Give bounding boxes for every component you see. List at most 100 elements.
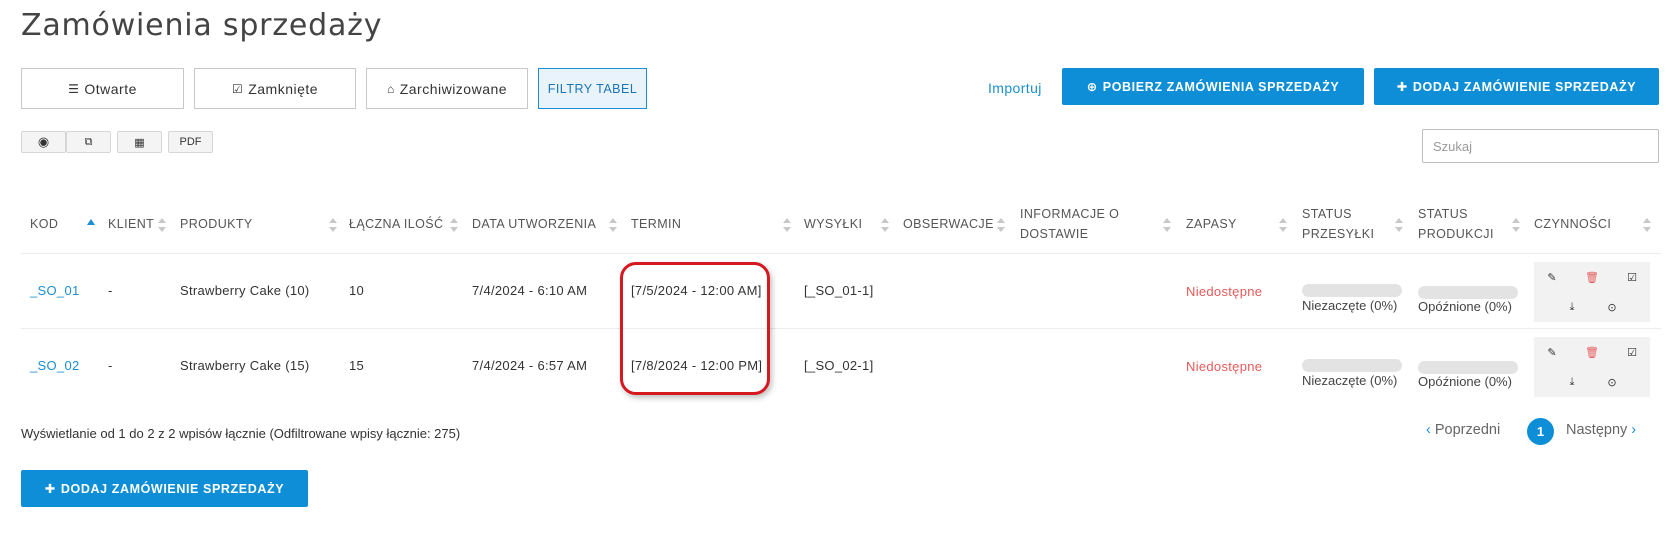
- order-code-link[interactable]: _SO_01: [30, 283, 80, 298]
- tab-open[interactable]: ☰ Otwarte: [21, 68, 184, 109]
- table-icon: ▦: [134, 136, 145, 149]
- header-klient[interactable]: KLIENT: [108, 214, 154, 234]
- tab-archived-label: Zarchiwizowane: [399, 80, 508, 97]
- stock-status: Niedostępne: [1186, 284, 1263, 299]
- sort-icon[interactable]: [783, 218, 791, 232]
- header-czynnosci[interactable]: CZYNNOŚCI: [1534, 214, 1611, 234]
- plus-icon: ✚: [1396, 80, 1408, 94]
- production-progress-bar: [1418, 286, 1518, 299]
- header-status-przesylki-line1[interactable]: STATUS: [1302, 204, 1352, 224]
- pagination-previous-label: Poprzedni: [1434, 422, 1501, 438]
- created-date-cell: 7/4/2024 - 6:10 AM: [472, 283, 588, 298]
- tab-archived[interactable]: ⌂ Zarchiwizowane: [366, 68, 528, 109]
- tab-open-label: Otwarte: [84, 80, 137, 97]
- header-status-produkcji-line2[interactable]: PRODUKCJI: [1418, 224, 1494, 244]
- client-cell: -: [108, 358, 113, 373]
- sort-icon[interactable]: [450, 218, 458, 232]
- row-actions: ✎ 🗑 ☑ ⤓ ⊙: [1534, 337, 1650, 397]
- shipments-cell: [_SO_01-1]: [804, 283, 874, 298]
- clock-icon[interactable]: ⊙: [1598, 296, 1626, 318]
- sort-icon[interactable]: [1279, 218, 1287, 232]
- sort-icon[interactable]: [609, 218, 617, 232]
- add-sales-order-label: DODAJ ZAMÓWIENIE SPRZEDAŻY: [1412, 79, 1637, 94]
- chevron-right-icon: ›: [1631, 422, 1637, 438]
- check-square-icon: ☑: [231, 81, 244, 96]
- list-icon: ☰: [68, 81, 80, 96]
- created-date-cell: 7/4/2024 - 6:57 AM: [472, 358, 588, 373]
- header-divider: [21, 253, 1661, 254]
- pagination-next[interactable]: Następny ›: [1566, 422, 1636, 438]
- download-icon[interactable]: ⤓: [1558, 371, 1586, 393]
- sort-icon[interactable]: [329, 218, 337, 232]
- header-wysylki[interactable]: WYSYŁKI: [804, 214, 862, 234]
- sort-asc-icon[interactable]: [87, 219, 95, 225]
- column-visibility-button[interactable]: ◉: [21, 131, 66, 153]
- header-informacje-line2[interactable]: DOSTAWIE: [1020, 224, 1088, 244]
- header-ilosc[interactable]: ŁĄCZNA ILOŚĆ: [349, 214, 443, 234]
- sort-icon[interactable]: [1512, 218, 1520, 232]
- quantity-cell: 15: [349, 358, 365, 373]
- products-cell: Strawberry Cake (15): [180, 358, 310, 373]
- shipment-status-label: Niezaczęte (0%): [1302, 298, 1398, 313]
- header-data[interactable]: DATA UTWORZENIA: [472, 214, 596, 234]
- trash-icon[interactable]: 🗑: [1578, 266, 1606, 288]
- header-kod[interactable]: KOD: [30, 214, 58, 234]
- quantity-cell: 10: [349, 283, 365, 298]
- header-status-przesylki-line2[interactable]: PRZESYŁKI: [1302, 224, 1374, 244]
- client-cell: -: [108, 283, 113, 298]
- fetch-sales-orders-button[interactable]: ⊕ POBIERZ ZAMÓWIENIA SPRZEDAŻY: [1062, 68, 1364, 105]
- header-zapasy[interactable]: ZAPASY: [1186, 214, 1237, 234]
- row-actions: ✎ 🗑 ☑ ⤓ ⊙: [1534, 262, 1650, 322]
- table-filters-button[interactable]: FILTRY TABEL: [538, 68, 647, 109]
- shipments-cell: [_SO_02-1]: [804, 358, 874, 373]
- download-circle-icon: ⊕: [1086, 80, 1098, 94]
- edit-icon[interactable]: ✎: [1538, 341, 1566, 363]
- import-link[interactable]: Importuj: [988, 80, 1042, 96]
- header-status-produkcji-line1[interactable]: STATUS: [1418, 204, 1468, 224]
- excel-export-button[interactable]: ▦: [117, 131, 162, 153]
- table-info-text: Wyświetlanie od 1 do 2 z 2 wpisów łączni…: [21, 426, 461, 441]
- pagination-previous[interactable]: ‹ Poprzedni: [1426, 422, 1500, 438]
- archive-icon: ⌂: [386, 81, 395, 96]
- clock-icon[interactable]: ⊙: [1598, 371, 1626, 393]
- pdf-export-button[interactable]: PDF: [168, 131, 213, 153]
- header-termin[interactable]: TERMIN: [631, 214, 681, 234]
- copy-icon: ⧉: [84, 135, 93, 148]
- search-input[interactable]: [1422, 129, 1659, 163]
- header-obserwacje[interactable]: OBSERWACJE: [903, 214, 994, 234]
- stock-status: Niedostępne: [1186, 359, 1263, 374]
- sort-icon[interactable]: [1643, 218, 1651, 232]
- tab-closed[interactable]: ☑ Zamknięte: [194, 68, 356, 109]
- copy-button[interactable]: ⧉: [66, 131, 111, 153]
- header-produkty[interactable]: PRODUKTY: [180, 214, 253, 234]
- row-divider: [21, 328, 1661, 329]
- page-title: Zamówienia sprzedaży: [21, 8, 383, 43]
- order-code-link[interactable]: _SO_02: [30, 358, 80, 373]
- sort-icon[interactable]: [1163, 218, 1171, 232]
- sort-icon[interactable]: [997, 218, 1005, 232]
- edit-icon[interactable]: ✎: [1538, 266, 1566, 288]
- chevron-left-icon: ‹: [1426, 422, 1431, 438]
- production-status-label: Opóźnione (0%): [1418, 299, 1512, 314]
- pagination-current-page[interactable]: 1: [1527, 418, 1554, 445]
- add-sales-order-button[interactable]: ✚ DODAJ ZAMÓWIENIE SPRZEDAŻY: [1374, 68, 1659, 105]
- check-square-icon[interactable]: ☑: [1618, 266, 1646, 288]
- sort-icon[interactable]: [158, 218, 166, 232]
- fetch-sales-orders-label: POBIERZ ZAMÓWIENIA SPRZEDAŻY: [1102, 79, 1340, 94]
- shipment-progress-bar: [1302, 284, 1402, 297]
- products-cell: Strawberry Cake (10): [180, 283, 310, 298]
- add-sales-order-bottom-label: DODAJ ZAMÓWIENIE SPRZEDAŻY: [60, 481, 285, 496]
- sort-icon[interactable]: [881, 218, 889, 232]
- pagination-next-label: Następny: [1566, 422, 1628, 438]
- trash-icon[interactable]: 🗑: [1578, 341, 1606, 363]
- header-informacje-line1[interactable]: INFORMACJE O: [1020, 204, 1119, 224]
- download-icon[interactable]: ⤓: [1558, 296, 1586, 318]
- shipment-status-label: Niezaczęte (0%): [1302, 373, 1398, 388]
- sort-icon[interactable]: [1395, 218, 1403, 232]
- tab-closed-label: Zamknięte: [248, 80, 319, 97]
- check-square-icon[interactable]: ☑: [1618, 341, 1646, 363]
- production-status-label: Opóźnione (0%): [1418, 374, 1512, 389]
- add-sales-order-bottom-button[interactable]: ✚ DODAJ ZAMÓWIENIE SPRZEDAŻY: [21, 470, 308, 507]
- pdf-label: PDF: [179, 136, 202, 148]
- production-progress-bar: [1418, 361, 1518, 374]
